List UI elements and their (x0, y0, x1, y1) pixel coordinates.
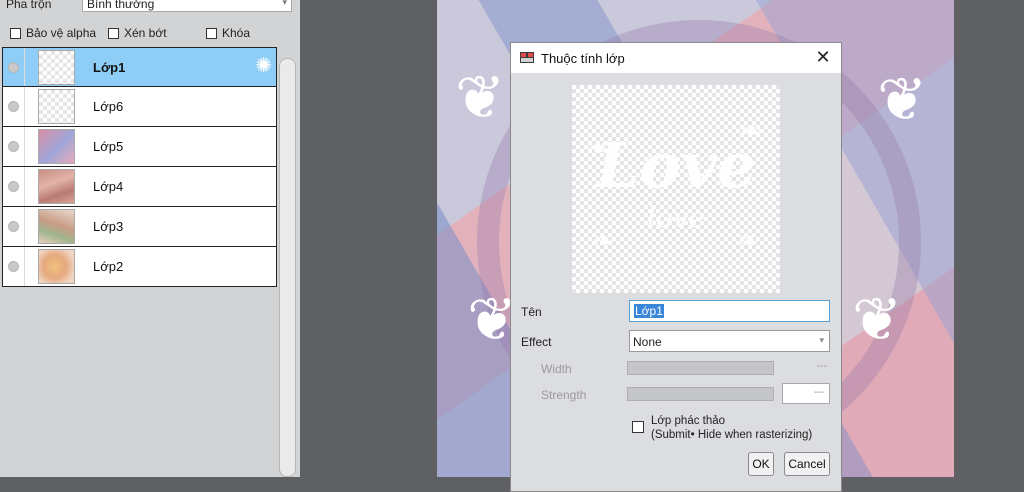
visibility-icon[interactable] (8, 181, 19, 192)
effect-select[interactable]: None ▾ (629, 330, 830, 352)
dialog-titlebar[interactable]: Thuộc tính lớp ✕ (511, 43, 841, 73)
blend-mode-select[interactable]: Bình thường ▾ (82, 0, 292, 12)
ok-button[interactable]: OK (748, 452, 774, 476)
strength-value: --- (814, 387, 824, 398)
layer-properties-dialog: Thuộc tính lớp ✕ ❧ ❧ Love love ❧ ❧ Tên L… (510, 42, 842, 492)
effect-value: None (633, 335, 662, 349)
divider (24, 247, 25, 286)
draft-layer-checkbox[interactable] (632, 421, 644, 433)
layer-row-lop3[interactable]: Lớp3 (2, 207, 277, 247)
divider (24, 48, 25, 86)
gear-icon[interactable]: ✺ (255, 56, 272, 76)
layer-thumbnail (38, 249, 75, 284)
layer-thumbnail (38, 89, 75, 124)
protect-alpha-checkbox[interactable]: Bảo vệ alpha (10, 25, 96, 41)
name-input-value: Lớp1 (634, 304, 664, 318)
cancel-button[interactable]: Cancel (784, 452, 830, 476)
chevron-down-icon: ▾ (282, 0, 287, 7)
sprig-decoration: ❧ (738, 225, 760, 255)
layer-thumbnail (38, 209, 75, 244)
layer-name: Lớp4 (93, 179, 124, 194)
layer-row-lop4[interactable]: Lớp4 (2, 167, 277, 207)
leaf-decoration: ❦ (455, 64, 506, 131)
layer-row-lop2[interactable]: Lớp2 (2, 247, 277, 287)
strength-label: Strength (541, 388, 587, 402)
divider (24, 207, 25, 246)
layer-name-input[interactable]: Lớp1 (629, 300, 830, 322)
layer-name: Lớp3 (93, 219, 124, 234)
name-label: Tên (521, 305, 542, 319)
layer-name: Lớp6 (93, 99, 124, 114)
blend-mode-row: Pha trộn Bình thường ▾ (0, 0, 300, 16)
layer-thumbnail (38, 169, 75, 204)
lock-checkbox[interactable]: Khóa (206, 25, 250, 41)
scrollbar-thumb[interactable] (279, 58, 296, 477)
layers-panel: Pha trộn Bình thường ▾ Bảo vệ alpha Xén … (0, 0, 300, 477)
clip-label: Xén bớt (124, 26, 167, 40)
layer-row-lop5[interactable]: Lớp5 (2, 127, 277, 167)
layer-name: Lớp1 (93, 60, 126, 75)
divider (24, 87, 25, 126)
divider (24, 127, 25, 166)
layer-list: Lớp1 ✺ Lớp6 Lớp5 Lớp4 Lớp3 Lớp2 (2, 47, 277, 287)
close-icon[interactable]: ✕ (813, 47, 833, 67)
visibility-icon[interactable] (8, 62, 19, 73)
layer-name: Lớp2 (93, 259, 124, 274)
leaf-decoration: ❦ (852, 286, 903, 353)
layer-row-lop1[interactable]: Lớp1 ✺ (2, 47, 277, 87)
checkbox-box[interactable] (108, 27, 119, 39)
draft-layer-note: (Submit• Hide when rasterizing) (651, 429, 813, 441)
checkbox-box[interactable] (206, 27, 217, 39)
strength-input[interactable]: --- (782, 383, 830, 404)
width-label: Width (541, 362, 572, 376)
layer-row-lop6[interactable]: Lớp6 (2, 87, 277, 127)
clip-checkbox[interactable]: Xén bớt (108, 25, 167, 41)
width-value: --- (817, 361, 827, 372)
chevron-down-icon: ▾ (819, 335, 824, 345)
app-icon (520, 52, 534, 63)
leaf-decoration: ❦ (877, 66, 928, 133)
visibility-icon[interactable] (8, 141, 19, 152)
protect-alpha-label: Bảo vệ alpha (26, 26, 97, 40)
layer-thumbnail (38, 129, 75, 164)
lock-label: Khóa (222, 26, 251, 40)
visibility-icon[interactable] (8, 261, 19, 272)
divider (24, 167, 25, 206)
preview-text-large: Love (595, 129, 757, 202)
visibility-icon[interactable] (8, 221, 19, 232)
visibility-icon[interactable] (8, 101, 19, 112)
sprig-decoration: ❧ (592, 225, 614, 255)
effect-label: Effect (521, 335, 552, 349)
blend-mode-label: Pha trộn (6, 0, 52, 11)
dialog-title: Thuộc tính lớp (541, 51, 625, 66)
checkbox-box[interactable] (10, 27, 21, 39)
layer-preview: ❧ ❧ Love love ❧ ❧ (572, 85, 780, 293)
blend-mode-value: Bình thường (87, 0, 155, 11)
width-slider[interactable] (627, 361, 774, 375)
draft-layer-label: Lớp phác thảo (651, 415, 726, 427)
layer-thumbnail (38, 50, 75, 85)
layer-name: Lớp5 (93, 139, 124, 154)
strength-slider[interactable] (627, 387, 774, 401)
